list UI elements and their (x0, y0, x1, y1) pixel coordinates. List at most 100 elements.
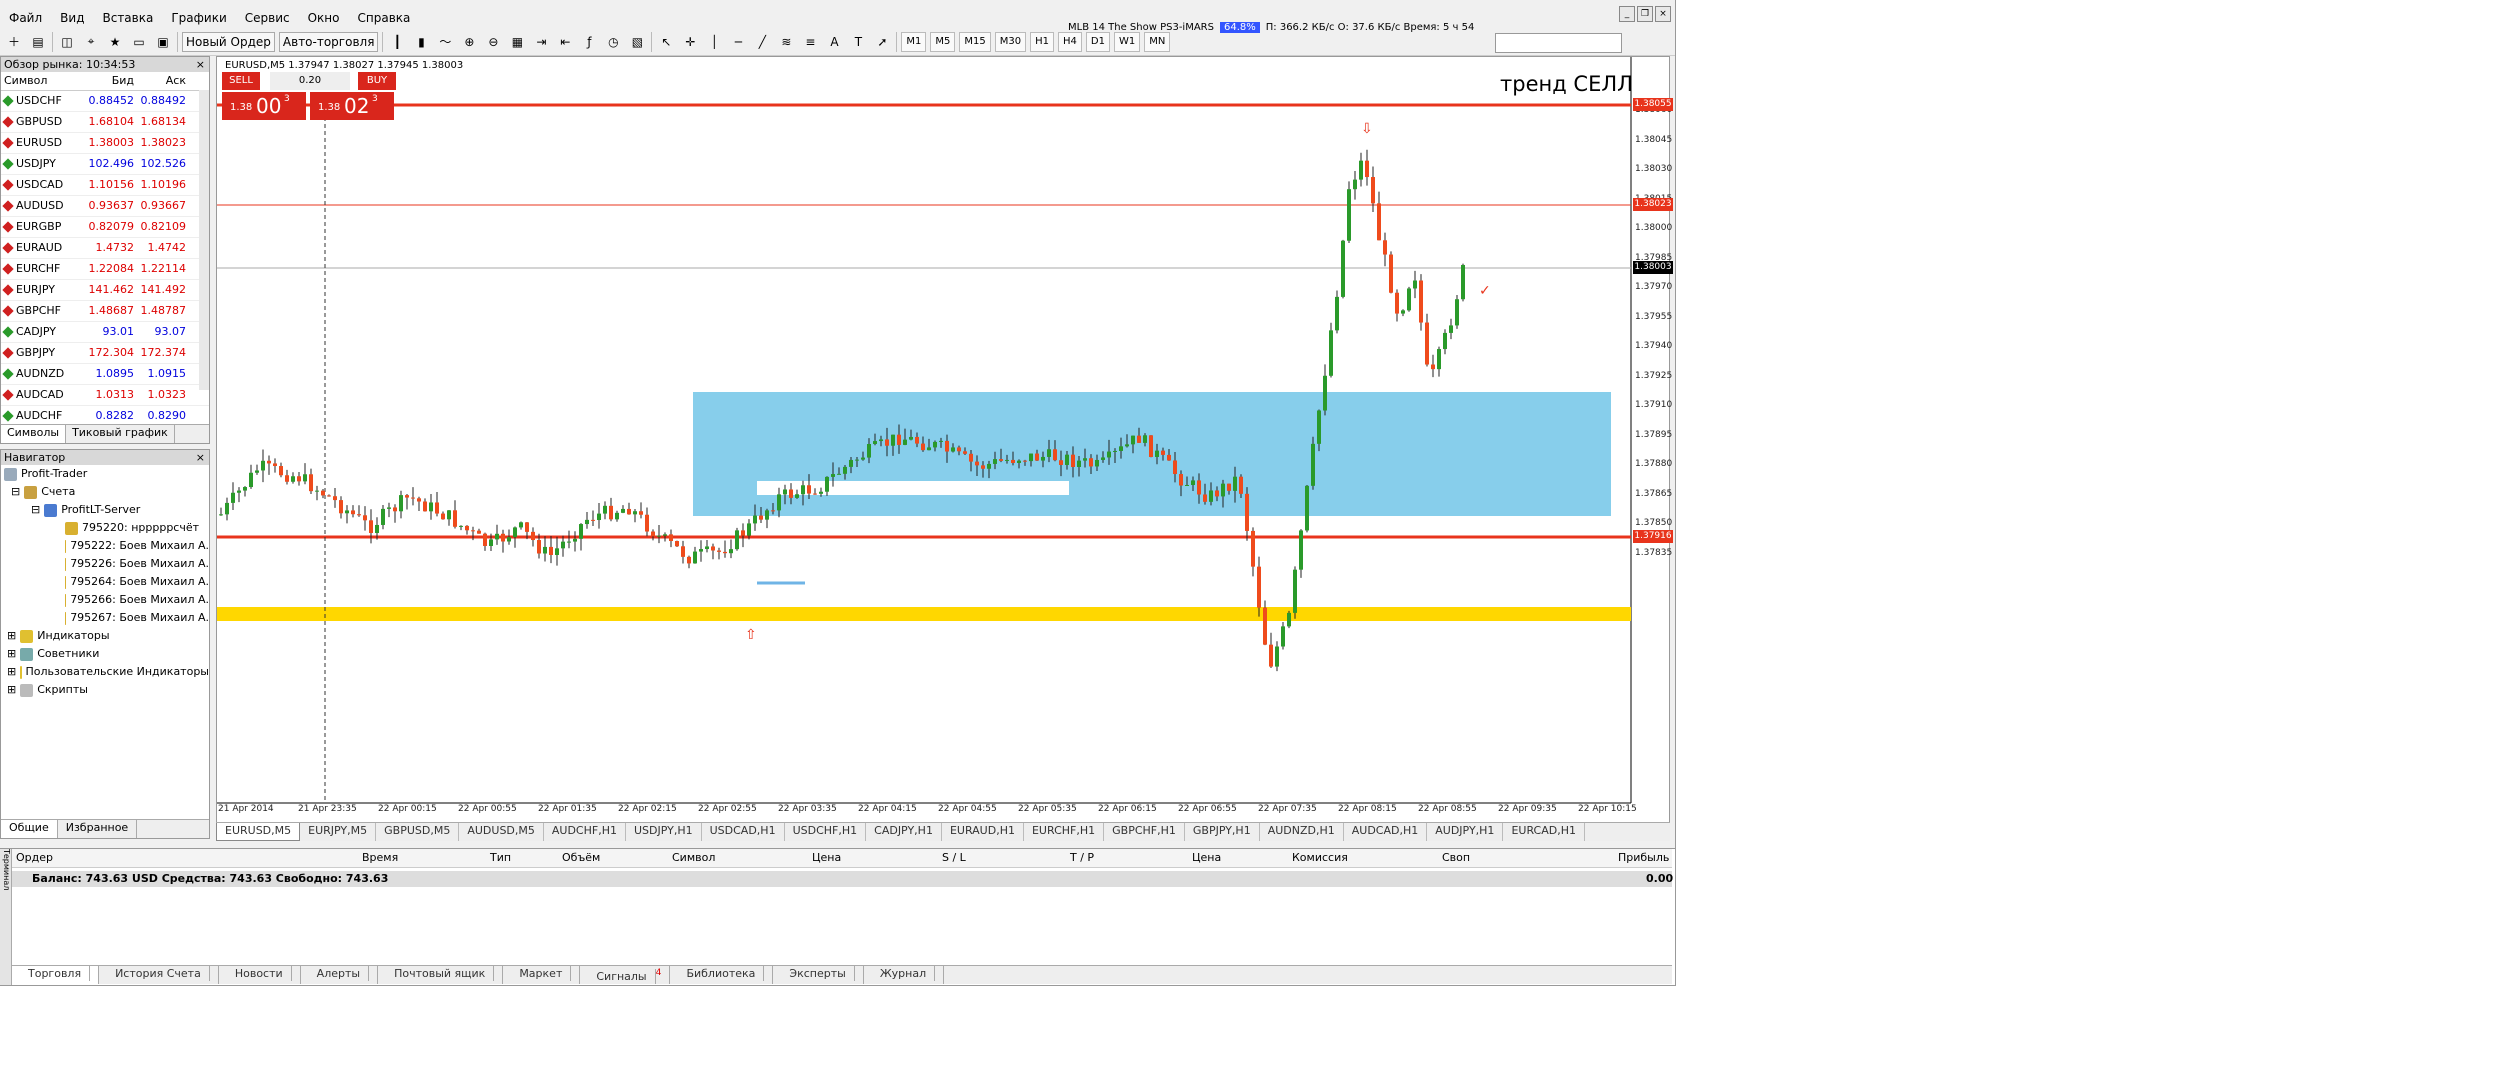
menu-help[interactable]: Справка (349, 11, 420, 25)
navigator-icon[interactable]: ★ (105, 32, 125, 52)
fibo-icon[interactable]: ≡ (800, 32, 820, 52)
label-icon[interactable]: T (848, 32, 868, 52)
market-watch-row[interactable]: AUDUSD 0.93637 0.93667 (1, 196, 209, 217)
col-symbol[interactable]: Символ (672, 851, 715, 864)
vertical-line-icon[interactable]: │ (704, 32, 724, 52)
chart-canvas[interactable]: ⇩ ⇧ ✓ (217, 57, 1669, 823)
close-icon[interactable]: × (196, 450, 205, 465)
tree-root[interactable]: Profit-Trader (1, 465, 209, 483)
timeframe-m1[interactable]: M1 (901, 31, 927, 52)
menu-window[interactable]: Окно (299, 11, 349, 25)
candle-chart-icon[interactable]: ▮ (411, 32, 431, 52)
expand-icon[interactable]: ⊞ (7, 645, 16, 663)
autoscroll-icon[interactable]: ⇥ (531, 32, 551, 52)
menu-insert[interactable]: Вставка (93, 11, 162, 25)
col-tp[interactable]: T / P (1070, 851, 1094, 864)
column-ask[interactable]: Аск (138, 72, 190, 90)
col-type[interactable]: Тип (490, 851, 511, 864)
timeframe-h4[interactable]: H4 (1058, 31, 1082, 52)
timeframe-m30[interactable]: M30 (994, 31, 1027, 52)
chart-tab[interactable]: GBPJPY,H1 (1185, 823, 1260, 841)
collapse-icon[interactable]: ⊟ (11, 483, 20, 501)
market-watch-row[interactable]: USDJPY 102.496 102.526 (1, 154, 209, 175)
expand-icon[interactable]: ⊞ (7, 663, 16, 681)
search-input[interactable] (1495, 33, 1622, 53)
col-profit[interactable]: Прибыль (1618, 851, 1669, 864)
market-watch-row[interactable]: EURAUD 1.4732 1.4742 (1, 238, 209, 259)
sell-price[interactable]: 1.38 00 3 (222, 92, 306, 120)
chart-tab[interactable]: GBPUSD,M5 (376, 823, 460, 841)
chart-tab[interactable]: EURCHF,H1 (1024, 823, 1105, 841)
terminal-tab[interactable]: Сигналы 4 (580, 966, 671, 984)
market-watch-row[interactable]: USDCHF 0.88452 0.88492 (1, 91, 209, 112)
menu-charts[interactable]: Графики (162, 11, 235, 25)
timeframe-m5[interactable]: M5 (930, 31, 956, 52)
data-window-icon[interactable]: ⌖ (81, 32, 101, 52)
chart-tab[interactable]: USDCAD,H1 (702, 823, 785, 841)
menu-view[interactable]: Вид (51, 11, 93, 25)
indicators-icon[interactable]: ƒ (579, 32, 599, 52)
line-chart-icon[interactable]: 〜 (435, 32, 455, 52)
terminal-tab[interactable]: Торговля (12, 966, 100, 984)
volume-input[interactable]: 0.20 (270, 72, 350, 90)
channel-icon[interactable]: ≋ (776, 32, 796, 52)
timeframe-h1[interactable]: H1 (1030, 31, 1055, 52)
timeframe-mn[interactable]: MN (1144, 31, 1171, 52)
periods-icon[interactable]: ◷ (603, 32, 623, 52)
col-swap[interactable]: Своп (1442, 851, 1470, 864)
market-watch-row[interactable]: GBPUSD 1.68104 1.68134 (1, 112, 209, 133)
market-watch-row[interactable]: EURGBP 0.82079 0.82109 (1, 217, 209, 238)
close-icon[interactable]: × (196, 57, 205, 72)
tree-experts[interactable]: ⊞ Советники (1, 645, 209, 663)
terminal-tab[interactable]: Журнал (864, 966, 945, 984)
terminal-icon[interactable]: ▭ (129, 32, 149, 52)
column-symbol[interactable]: Символ (1, 72, 86, 90)
auto-trading-button[interactable]: Авто-торговля (278, 31, 379, 52)
tile-icon[interactable]: ▦ (507, 32, 527, 52)
col-time[interactable]: Время (362, 851, 398, 864)
market-watch-row[interactable]: AUDNZD 1.0895 1.0915 (1, 364, 209, 385)
chart-tab[interactable]: EURCAD,H1 (1503, 823, 1585, 841)
tree-account-item[interactable]: 795266: Боев Михаил А. (1, 591, 209, 609)
expand-icon[interactable]: ⊞ (7, 681, 16, 699)
terminal-tab[interactable]: Библиотека (670, 966, 774, 984)
buy-price[interactable]: 1.38 02 3 (310, 92, 394, 120)
zoom-out-icon[interactable]: ⊖ (483, 32, 503, 52)
chart-tab[interactable]: USDCHF,H1 (785, 823, 867, 841)
chart-tab[interactable]: GBPCHF,H1 (1104, 823, 1185, 841)
chart-tab[interactable]: AUDCHF,H1 (544, 823, 626, 841)
market-watch-row[interactable]: USDCAD 1.10156 1.10196 (1, 175, 209, 196)
timeframe-w1[interactable]: W1 (1113, 31, 1141, 52)
balance-row[interactable]: Баланс: 743.63 USD Средства: 743.63 Своб… (12, 871, 1673, 887)
tree-indicators[interactable]: ⊞ Индикаторы (1, 627, 209, 645)
market-watch-scrollbar[interactable] (199, 90, 209, 390)
market-watch-row[interactable]: EURCHF 1.22084 1.22114 (1, 259, 209, 280)
market-watch-row[interactable]: GBPJPY 172.304 172.374 (1, 343, 209, 364)
chart-tab[interactable]: CADJPY,H1 (866, 823, 942, 841)
tester-icon[interactable]: ▣ (153, 32, 173, 52)
tree-scripts[interactable]: ⊞ Скрипты (1, 681, 209, 699)
chart-tab[interactable]: USDJPY,H1 (626, 823, 702, 841)
horizontal-line-icon[interactable]: ─ (728, 32, 748, 52)
market-watch-icon[interactable]: ◫ (57, 32, 77, 52)
chart-tab[interactable]: AUDNZD,H1 (1260, 823, 1344, 841)
terminal-tab[interactable]: История Счета (99, 966, 219, 984)
zoom-in-icon[interactable]: ⊕ (459, 32, 479, 52)
tree-custom-indicators[interactable]: ⊞ Пользовательские Индикаторы (1, 663, 209, 681)
tree-account-item[interactable]: 795264: Боев Михаил А. (1, 573, 209, 591)
chart-tab[interactable]: EURUSD,M5 (216, 823, 301, 841)
buy-button[interactable]: BUY (358, 72, 396, 90)
sell-button[interactable]: SELL (222, 72, 260, 90)
collapse-icon[interactable]: ⊟ (31, 501, 40, 519)
tab-favorites[interactable]: Избранное (58, 820, 138, 838)
tree-account-item[interactable]: 795267: Боев Михаил А. (1, 609, 209, 627)
column-bid[interactable]: Бид (86, 72, 138, 90)
tab-tick-chart[interactable]: Тиковый график (66, 425, 175, 443)
text-icon[interactable]: A (824, 32, 844, 52)
timeframe-m15[interactable]: M15 (959, 31, 991, 52)
market-watch-row[interactable]: GBPCHF 1.48687 1.48787 (1, 301, 209, 322)
menu-tools[interactable]: Сервис (236, 11, 299, 25)
cursor-icon[interactable]: ↖ (656, 32, 676, 52)
tree-account-item[interactable]: 795226: Боев Михаил А. (1, 555, 209, 573)
tree-account-item[interactable]: 795222: Боев Михаил А. (1, 537, 209, 555)
